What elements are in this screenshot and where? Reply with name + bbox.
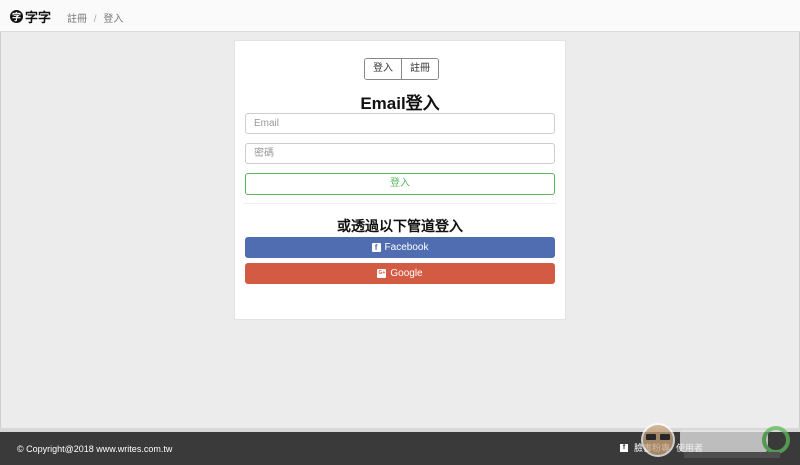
facebook-label: Facebook <box>384 242 429 253</box>
breadcrumb-separator: / <box>93 14 97 25</box>
top-navbar: 字 字字 註冊 / 登入 <box>0 0 800 32</box>
facebook-login-button[interactable]: f Facebook <box>245 237 555 258</box>
auth-tabs: 登入 註冊 <box>364 58 439 80</box>
login-button[interactable]: 登入 <box>245 173 555 195</box>
facebook-icon: f <box>371 243 381 252</box>
tab-login[interactable]: 登入 <box>365 59 401 79</box>
tab-register[interactable]: 註冊 <box>401 59 438 79</box>
section-divider <box>243 203 557 204</box>
watermark-glasses-right <box>660 434 670 440</box>
facebook-footer-icon[interactable]: f <box>620 443 628 452</box>
watermark-text-bg <box>680 430 768 452</box>
breadcrumb-current: 登入 <box>103 14 124 25</box>
watermark-logo <box>641 423 790 458</box>
password-input[interactable]: 密碼 <box>245 143 555 164</box>
google-label: Google <box>390 268 423 279</box>
logo-text: 字字 <box>25 10 52 26</box>
copyright-text: © Copyright@2018 www.writes.com.tw <box>17 444 173 454</box>
watermark-face-icon <box>641 423 675 457</box>
google-plus-icon: G+ <box>377 269 387 278</box>
site-logo[interactable]: 字 字字 <box>10 7 52 26</box>
google-login-button[interactable]: G+ Google <box>245 263 555 284</box>
breadcrumb-register-link[interactable]: 註冊 <box>67 14 87 25</box>
page-title: Email登入 <box>360 94 440 113</box>
email-input[interactable]: Email <box>245 113 555 134</box>
social-login-title: 或透過以下管道登入 <box>337 218 463 234</box>
watermark-url-bar <box>684 452 780 458</box>
login-card: 登入 註冊 Email登入 Email 密碼 登入 或透過以下管道登入 f Fa… <box>234 40 566 320</box>
logo-mark-icon: 字 <box>10 9 23 23</box>
watermark-glasses-left <box>646 434 656 440</box>
breadcrumb: 註冊 / 登入 <box>67 10 123 25</box>
